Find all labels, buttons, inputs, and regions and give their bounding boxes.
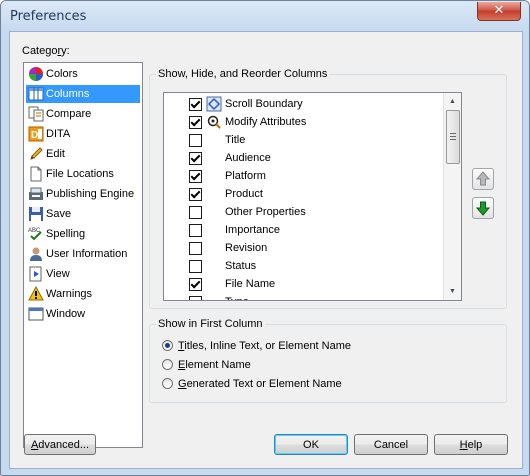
- radio-button[interactable]: [162, 340, 173, 351]
- column-checkbox[interactable]: [189, 152, 202, 165]
- scroll-boundary-icon: [206, 96, 222, 112]
- category-item-label: View: [46, 268, 70, 280]
- save-icon: [29, 207, 43, 221]
- first-column-group: Show in First Column Titles, Inline Text…: [149, 318, 507, 403]
- arrow-up-icon: [475, 171, 491, 186]
- column-checkbox[interactable]: [189, 278, 202, 291]
- category-item-compare[interactable]: Compare: [26, 105, 140, 123]
- move-down-button[interactable]: [472, 197, 494, 219]
- category-item-label: File Locations: [46, 168, 114, 180]
- category-item-label: Publishing Engine: [46, 188, 135, 200]
- svg-text:D: D: [31, 130, 38, 141]
- category-label: Category:: [22, 45, 70, 57]
- scroll-down-icon[interactable]: ▼: [444, 283, 461, 300]
- column-row[interactable]: Revision: [164, 239, 444, 257]
- column-row[interactable]: Platform: [164, 167, 444, 185]
- category-item-label: Spelling: [46, 228, 86, 240]
- category-item-label: User Information: [46, 248, 128, 260]
- column-checkbox[interactable]: [189, 134, 202, 147]
- column-checkbox[interactable]: [189, 98, 202, 111]
- radio-button[interactable]: [162, 378, 173, 389]
- category-item-user-information[interactable]: User Information: [26, 245, 140, 263]
- column-checkbox[interactable]: [189, 260, 202, 273]
- scroll-up-icon[interactable]: ▲: [444, 93, 461, 110]
- help-button[interactable]: Help: [434, 434, 508, 455]
- category-item-colors[interactable]: Colors: [26, 65, 140, 83]
- title-bar[interactable]: Preferences ✕: [1, 1, 529, 31]
- column-checkbox[interactable]: [189, 188, 202, 201]
- column-row[interactable]: Status: [164, 257, 444, 275]
- category-item-columns[interactable]: Columns: [26, 85, 140, 103]
- warnings-icon: [28, 286, 44, 301]
- compare-icon: [28, 106, 44, 122]
- column-row[interactable]: Scroll Boundary: [164, 95, 444, 113]
- columns-list[interactable]: Scroll Boundary Modify Attributes Title …: [163, 92, 462, 301]
- file-locations-icon: [30, 166, 42, 182]
- move-up-button[interactable]: [472, 168, 494, 190]
- column-row[interactable]: Product: [164, 185, 444, 203]
- close-icon: ✕: [493, 3, 505, 18]
- category-item-label: Columns: [46, 88, 90, 100]
- column-checkbox[interactable]: [189, 116, 202, 129]
- category-item-label: Compare: [46, 108, 92, 120]
- column-row[interactable]: Other Properties: [164, 203, 444, 221]
- column-row[interactable]: File Name: [164, 275, 444, 293]
- category-item-label: Edit: [46, 148, 65, 160]
- category-item-publishing-engine[interactable]: Publishing Engine: [26, 185, 140, 203]
- ok-button[interactable]: OK: [274, 434, 348, 455]
- category-item-label: Colors: [46, 68, 78, 80]
- modify-attributes-icon: [207, 115, 221, 129]
- category-item-label: Save: [46, 208, 72, 220]
- category-item-edit[interactable]: Edit: [26, 145, 140, 163]
- dita-icon: D: [28, 126, 44, 142]
- spelling-icon: ABC: [28, 228, 42, 241]
- category-item-label: Window: [46, 308, 86, 320]
- column-checkbox[interactable]: [189, 224, 202, 237]
- window-title: Preferences: [10, 9, 87, 24]
- column-checkbox[interactable]: [189, 242, 202, 255]
- user-information-icon: [30, 247, 42, 261]
- dialog-body: Category: Colors Columns Compare D DITA …: [9, 31, 523, 469]
- category-item-label: Warnings: [46, 288, 93, 300]
- category-item-file-locations[interactable]: File Locations: [26, 165, 140, 183]
- column-row[interactable]: Title: [164, 131, 444, 149]
- column-checkbox[interactable]: [189, 206, 202, 219]
- close-button[interactable]: ✕: [477, 2, 521, 21]
- category-item-spelling[interactable]: ABC Spelling: [26, 225, 140, 243]
- colors-icon: [29, 67, 43, 81]
- cancel-button[interactable]: Cancel: [354, 434, 428, 455]
- column-row[interactable]: Importance: [164, 221, 444, 239]
- columns-group: Show, Hide, and Reorder Columns Scroll B…: [149, 68, 507, 309]
- publishing-engine-icon: [29, 187, 43, 200]
- columns-icon: [28, 87, 44, 101]
- column-row[interactable]: Audience: [164, 149, 444, 167]
- category-item-dita[interactable]: D DITA: [26, 125, 140, 143]
- column-checkbox[interactable]: [189, 170, 202, 183]
- column-row[interactable]: Modify Attributes: [164, 113, 444, 131]
- preferences-window: Preferences ✕ Category: Colors Columns C…: [0, 0, 530, 476]
- category-list[interactable]: Colors Columns Compare D DITA Edit File …: [23, 62, 143, 448]
- category-item-label: DITA: [46, 128, 71, 140]
- category-item-warnings[interactable]: Warnings: [26, 285, 140, 303]
- view-icon: [29, 266, 42, 282]
- columns-group-title: Show, Hide, and Reorder Columns: [156, 68, 330, 80]
- scrollbar-thumb[interactable]: [446, 110, 460, 164]
- category-item-view[interactable]: View: [26, 265, 140, 283]
- category-item-save[interactable]: Save: [26, 205, 140, 223]
- advanced-button[interactable]: Advanced...: [24, 434, 96, 455]
- edit-icon: [30, 147, 43, 160]
- category-item-window[interactable]: Window: [26, 305, 140, 323]
- columns-scrollbar[interactable]: ▲ ▼: [443, 93, 461, 300]
- column-row[interactable]: Type: [164, 293, 444, 300]
- first-column-group-title: Show in First Column: [156, 318, 265, 330]
- column-checkbox[interactable]: [189, 296, 202, 300]
- radio-button[interactable]: [162, 359, 173, 370]
- window-icon: [28, 307, 44, 321]
- arrow-down-icon: [475, 201, 491, 216]
